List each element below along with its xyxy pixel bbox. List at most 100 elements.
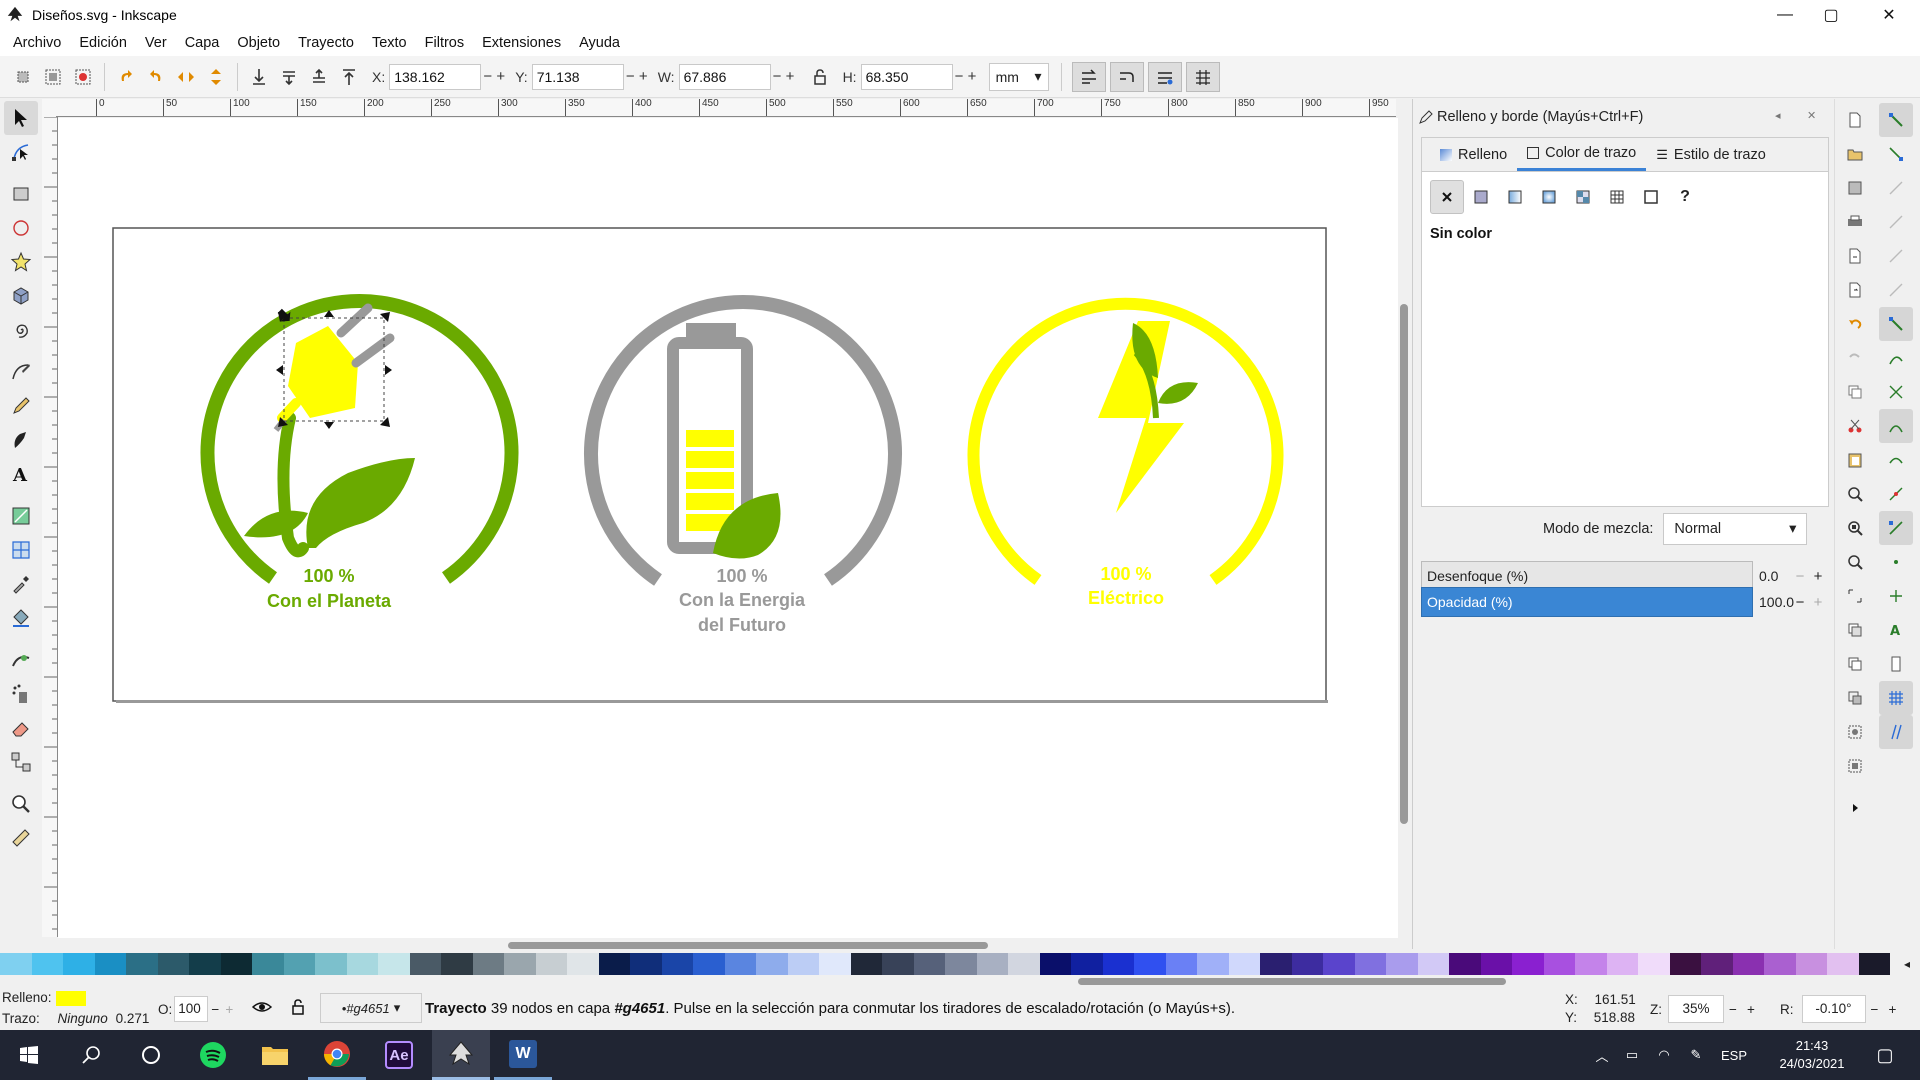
palette-swatch[interactable] [504,953,536,975]
undo-icon[interactable] [1838,307,1872,341]
fill-indicator[interactable]: Relleno: [2,990,86,1006]
snap-guides-icon[interactable] [1879,715,1913,749]
palette-swatch[interactable] [819,953,851,975]
battery-icon[interactable]: ▭ [1616,1047,1648,1063]
palette-swatch[interactable] [63,953,95,975]
palette-swatch[interactable] [1701,953,1733,975]
palette-swatch[interactable] [598,953,630,975]
h-input[interactable]: 68.350 [860,63,953,90]
palette-swatch[interactable] [1291,953,1323,975]
pencil-tool-icon[interactable] [4,389,38,423]
palette-swatch[interactable] [1386,953,1418,975]
pen-workspace-icon[interactable]: ✎ [1680,1047,1712,1063]
snap-others-icon[interactable] [1879,511,1913,545]
palette-swatch[interactable] [346,953,378,975]
menu-texto[interactable]: Texto [363,35,416,51]
snap-midpoints-icon[interactable] [1879,477,1913,511]
rotate-cw-icon[interactable] [141,62,171,92]
inkscape-icon[interactable] [432,1030,490,1080]
palette-swatch[interactable] [1543,953,1575,975]
cortana-icon[interactable] [122,1030,180,1080]
ellipse-tool-icon[interactable] [4,211,38,245]
snap-page-border-icon[interactable] [1879,647,1913,681]
palette-swatch[interactable] [787,953,819,975]
notifications-icon[interactable]: ▢ [1860,1045,1910,1066]
flat-color-icon[interactable] [1464,180,1498,214]
snap-nodes-icon[interactable] [1879,307,1913,341]
menu-ver[interactable]: Ver [136,35,176,51]
palette-menu-icon[interactable]: ◂ [1894,953,1920,975]
x-decrement-button[interactable]: − [481,68,494,85]
current-layer-select[interactable]: •#g4651 ▾ [320,993,422,1023]
palette-swatch[interactable] [1480,953,1512,975]
mesh-gradient-icon[interactable] [1566,180,1600,214]
zoom-page-icon[interactable] [1838,545,1872,579]
cut-icon[interactable] [1838,409,1872,443]
zoom-tool-icon[interactable] [4,787,38,821]
clone-icon[interactable] [1838,647,1872,681]
pen-tool-icon[interactable] [4,355,38,389]
status-opacity-increment[interactable]: + [222,1002,236,1017]
palette-swatch[interactable] [976,953,1008,975]
palette-swatch[interactable] [1165,953,1197,975]
new-document-icon[interactable] [1838,103,1872,137]
palette-swatch[interactable] [1354,953,1386,975]
w-decrement-button[interactable]: − [771,68,784,85]
close-button[interactable]: ✕ [1866,0,1912,30]
menu-edicion[interactable]: Edición [70,35,136,51]
lower-to-bottom-icon[interactable] [244,62,274,92]
fill-swatch[interactable] [55,990,86,1006]
palette-swatch[interactable] [126,953,158,975]
palette-swatch[interactable] [472,953,504,975]
blend-mode-select[interactable]: Normal ▾ [1663,513,1808,545]
palette-swatch[interactable] [220,953,252,975]
eraser-tool-icon[interactable] [4,711,38,745]
spotify-icon[interactable] [184,1030,242,1080]
snap-smooth-nodes-icon[interactable] [1879,443,1913,477]
radial-gradient-icon[interactable] [1532,180,1566,214]
palette-swatch[interactable] [1417,953,1449,975]
palette-swatch[interactable] [913,953,945,975]
palette-swatch[interactable] [283,953,315,975]
opacity-value[interactable]: 100.0 [1753,594,1794,610]
minimize-button[interactable]: — [1762,0,1808,30]
snap-centers-icon[interactable] [1879,545,1913,579]
canvas-horizontal-scrollbar[interactable] [58,939,1398,951]
palette-swatch[interactable] [31,953,63,975]
tab-estilo-de-trazo[interactable]: ☰ Estilo de trazo [1646,138,1776,171]
layer-lock-icon[interactable] [290,998,306,1019]
y-increment-button[interactable]: + [637,68,650,85]
unit-select[interactable]: mm ▾ [988,62,1049,91]
palette-swatch[interactable] [1732,953,1764,975]
snap-rotation-centers-icon[interactable] [1879,579,1913,613]
after-effects-icon[interactable]: Ae [370,1030,428,1080]
visibility-eye-icon[interactable] [251,999,273,1018]
flip-horizontal-icon[interactable] [171,62,201,92]
swatch-icon[interactable] [1634,180,1668,214]
palette-swatch[interactable] [378,953,410,975]
export-icon[interactable] [1838,273,1872,307]
snap-bbox-corners-icon[interactable] [1879,205,1913,239]
palette-swatch[interactable] [1795,953,1827,975]
palette-swatch[interactable] [1260,953,1292,975]
palette-swatch[interactable] [1449,953,1481,975]
status-opacity-input[interactable]: 100 [174,996,209,1022]
wifi-icon[interactable]: ◠ [1648,1047,1680,1063]
palette-swatch[interactable] [409,953,441,975]
zoom-selection-icon[interactable] [1838,477,1872,511]
palette-swatch[interactable] [1102,953,1134,975]
measure-tool-icon[interactable] [4,821,38,855]
blur-decrement-button[interactable]: − [1791,568,1809,585]
gradient-tool-icon[interactable] [4,499,38,533]
snap-paths-icon[interactable] [1879,341,1913,375]
menu-extensiones[interactable]: Extensiones [473,35,570,51]
scale-corners-icon[interactable] [1109,61,1144,92]
chrome-icon[interactable] [308,1030,366,1080]
palette-swatch[interactable] [1858,953,1890,975]
snap-intersections-icon[interactable] [1879,375,1913,409]
import-icon[interactable] [1838,239,1872,273]
raise-to-top-icon[interactable] [334,62,364,92]
menu-trayecto[interactable]: Trayecto [289,35,363,51]
paint-bucket-tool-icon[interactable] [4,601,38,635]
y-input[interactable]: 71.138 [531,63,624,90]
